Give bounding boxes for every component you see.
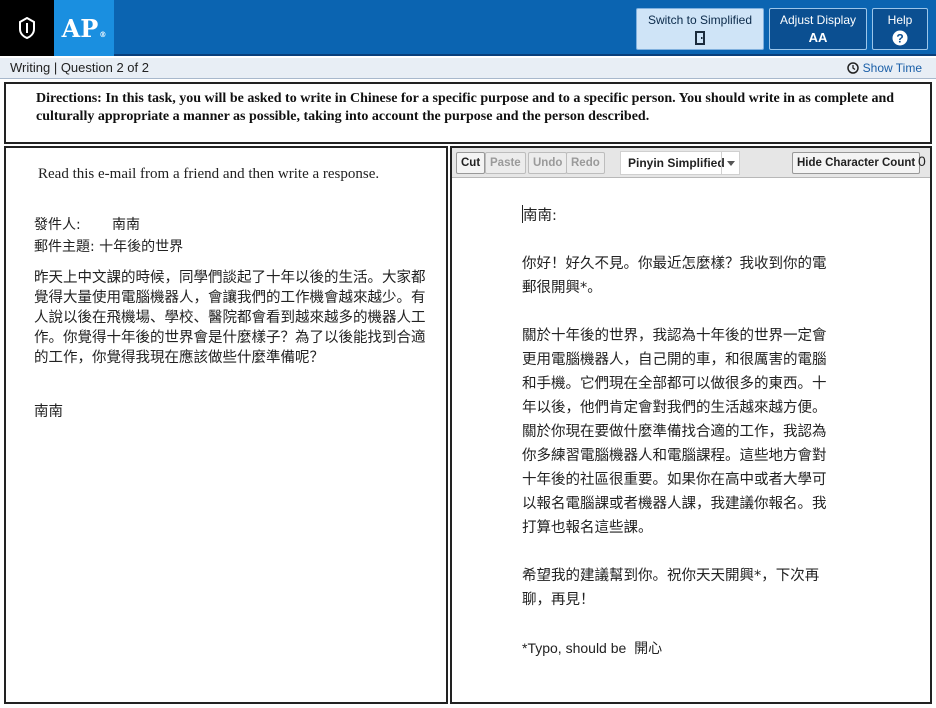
- directions-box: Directions: In this task, you will be as…: [4, 82, 932, 144]
- adjust-display-button[interactable]: Adjust Display AA: [769, 8, 867, 50]
- response-paragraph-1: 你好！好久不見。你最近怎麼樣？我收到你的電郵很開興*。: [522, 256, 827, 296]
- show-time-button[interactable]: Show Time: [846, 61, 922, 75]
- input-method-value: Pinyin Simplified: [628, 156, 725, 170]
- email-subject-row: 郵件主題: 十年後的世界: [34, 236, 183, 258]
- response-pane: Cut Paste Undo Redo Pinyin Simplified Hi…: [450, 146, 932, 704]
- email-from-row: 發件人: 南南: [34, 214, 183, 236]
- response-greeting: 南南:: [522, 204, 832, 228]
- clock-icon: [846, 62, 859, 74]
- help-label: Help: [887, 13, 913, 27]
- prompt-pane: Read this e-mail from a friend and then …: [4, 146, 448, 704]
- email-subject-value: 十年後的世界: [99, 239, 184, 255]
- ap-logo-reg: ®: [99, 29, 107, 39]
- college-board-logo: [0, 0, 54, 56]
- ap-logo: AP ®: [54, 0, 114, 56]
- email-body: 昨天上中文課的時候，同學們談起了十年以後的生活。大家都覺得大量使用電腦機器人，會…: [34, 270, 426, 366]
- email-signature: 南南: [34, 404, 63, 420]
- switch-to-simplified-label: Switch to Simplified: [647, 13, 753, 27]
- editor-toolbar: Cut Paste Undo Redo Pinyin Simplified Hi…: [452, 148, 930, 178]
- acorn-icon: [19, 17, 35, 39]
- help-button[interactable]: Help ?: [872, 8, 928, 50]
- question-bar: Writing | Question 2 of 2 Show Time: [0, 58, 936, 79]
- hide-character-count-button[interactable]: Hide Character Count: [792, 152, 921, 174]
- response-paragraph-2: 關於十年後的世界，我認為十年後的世界一定會更用電腦機器人，自己開的車，和很厲害的…: [522, 328, 827, 536]
- question-icon: ?: [892, 30, 908, 46]
- switch-to-simplified-button[interactable]: Switch to Simplified: [636, 8, 764, 50]
- typo-note: *Typo, should be 開心: [522, 640, 663, 656]
- door-icon: [695, 31, 705, 45]
- response-editor[interactable]: 南南: 你好！好久不見。你最近怎麼樣？我收到你的電郵很開興*。 關於十年後的世界…: [522, 204, 832, 660]
- ap-logo-text: AP: [61, 13, 99, 43]
- response-greeting-text: 南南:: [523, 208, 557, 224]
- input-method-select[interactable]: Pinyin Simplified: [620, 151, 740, 175]
- cut-button[interactable]: Cut: [456, 152, 486, 174]
- adjust-display-label: Adjust Display: [779, 13, 857, 27]
- font-size-icon: AA: [808, 30, 828, 45]
- show-time-label: Show Time: [862, 61, 922, 75]
- chevron-down-icon: [721, 152, 739, 174]
- redo-button[interactable]: Redo: [566, 152, 605, 174]
- paste-button[interactable]: Paste: [485, 152, 526, 174]
- question-label: Writing | Question 2 of 2: [10, 60, 149, 75]
- prompt-instruction: Read this e-mail from a friend and then …: [38, 166, 380, 182]
- svg-text:?: ?: [896, 32, 903, 46]
- response-paragraph-3: 希望我的建議幫到你。祝你天天開興*，下次再聊，再見！: [522, 568, 820, 608]
- app-header: AP ® Switch to Simplified Adjust Display …: [0, 0, 936, 56]
- undo-button[interactable]: Undo: [528, 152, 568, 174]
- email-meta: 發件人: 南南 郵件主題: 十年後的世界: [34, 214, 183, 258]
- email-from-label: 發件人:: [34, 217, 81, 233]
- email-from-value: 南南: [112, 217, 140, 233]
- character-count: 0: [918, 153, 926, 169]
- email-subject-label: 郵件主題:: [34, 239, 95, 255]
